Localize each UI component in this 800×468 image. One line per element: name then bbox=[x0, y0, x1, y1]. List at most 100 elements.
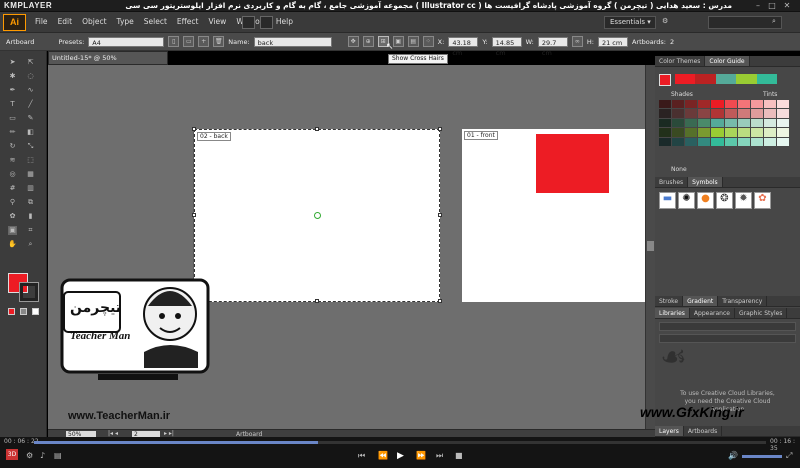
move-copy-artwork-icon[interactable]: ✥ bbox=[347, 36, 359, 47]
hand-tool-icon[interactable]: ✋ bbox=[8, 240, 17, 249]
landscape-icon[interactable]: ▭ bbox=[183, 36, 195, 47]
scroll-thumb[interactable] bbox=[647, 241, 654, 251]
perspective-icon[interactable]: ▦ bbox=[26, 170, 35, 179]
menu-edit[interactable]: Edit bbox=[53, 17, 78, 26]
play-icon[interactable]: ▶ bbox=[397, 451, 404, 461]
bridge-icon[interactable] bbox=[242, 16, 255, 29]
menu-type[interactable]: Type bbox=[112, 17, 139, 26]
resize-handle[interactable] bbox=[438, 127, 442, 131]
blend-icon[interactable]: ⧉ bbox=[26, 198, 35, 207]
maximize-icon[interactable]: □ bbox=[766, 1, 778, 11]
stop-icon[interactable]: ■ bbox=[455, 451, 463, 460]
delete-artboard-icon[interactable]: 🗑 bbox=[213, 36, 225, 47]
volume-icon[interactable]: 🔊 bbox=[728, 451, 738, 460]
tab-layers[interactable]: Layers bbox=[655, 426, 684, 436]
fullscreen-icon[interactable]: ⤢ bbox=[786, 451, 792, 461]
tab-gradient[interactable]: Gradient bbox=[683, 296, 719, 306]
presets-select[interactable]: A4 bbox=[88, 36, 165, 47]
slice-icon[interactable]: ⌗ bbox=[26, 226, 35, 235]
tab-libraries[interactable]: Libraries bbox=[655, 308, 690, 318]
tab-brushes[interactable]: Brushes bbox=[655, 177, 689, 187]
settings-icon[interactable]: ⚙ bbox=[26, 451, 33, 460]
audio-icon[interactable]: ♪ bbox=[40, 451, 45, 460]
tab-color-themes[interactable]: Color Themes bbox=[655, 56, 706, 66]
scale-icon[interactable]: ⤡ bbox=[26, 142, 35, 151]
forward-icon[interactable]: ⏩ bbox=[416, 451, 426, 460]
tab-transparency[interactable]: Transparency bbox=[718, 296, 768, 306]
document-tab[interactable]: Untitled-15* @ 50% (CMYK/Preview) ✕ bbox=[48, 51, 168, 74]
resize-handle[interactable] bbox=[438, 299, 442, 303]
minimize-icon[interactable]: – bbox=[752, 1, 764, 11]
artboard-back[interactable]: 02 - back bbox=[194, 129, 440, 302]
tab-stroke[interactable]: Stroke bbox=[655, 296, 684, 306]
artboard-front[interactable]: 01 - front bbox=[462, 129, 645, 302]
symbol-swatch[interactable]: ✹ bbox=[735, 192, 752, 209]
x-field[interactable]: 43.18 cm bbox=[448, 36, 479, 57]
w-field[interactable]: 29.7 cm bbox=[537, 36, 568, 57]
resize-handle[interactable] bbox=[192, 127, 196, 131]
rectangle-tool-icon[interactable]: ▭ bbox=[8, 114, 17, 123]
color-guide-grid[interactable] bbox=[659, 100, 789, 146]
symbol-swatch[interactable]: ❂ bbox=[716, 192, 733, 209]
menu-help[interactable]: Help bbox=[271, 17, 298, 26]
tab-artboards[interactable]: Artboards bbox=[684, 426, 723, 436]
first-page-icon[interactable]: |◂ ◂ bbox=[108, 430, 118, 437]
show-video-safe-areas-icon[interactable]: ▣ bbox=[392, 36, 404, 47]
selection-tool-icon[interactable]: ➤ bbox=[8, 58, 17, 67]
lasso-icon[interactable]: ◌ bbox=[26, 72, 35, 81]
artboard-tool-icon[interactable]: ▣ bbox=[8, 226, 17, 235]
subtitle-icon[interactable]: ▤ bbox=[54, 451, 62, 460]
base-color-swatch[interactable] bbox=[659, 74, 671, 86]
search-input[interactable] bbox=[708, 16, 782, 29]
paintbrush-icon[interactable]: ✎ bbox=[26, 114, 35, 123]
library-select[interactable] bbox=[659, 322, 796, 331]
symbol-swatch[interactable]: ✿ bbox=[754, 192, 771, 209]
menu-object[interactable]: Object bbox=[77, 17, 111, 26]
menu-file[interactable]: File bbox=[30, 17, 53, 26]
pencil-icon[interactable]: ✏ bbox=[8, 128, 17, 137]
tab-symbols[interactable]: Symbols bbox=[688, 177, 723, 187]
curvature-icon[interactable]: ∿ bbox=[26, 86, 35, 95]
resize-handle[interactable] bbox=[438, 213, 442, 217]
direct-selection-tool-icon[interactable]: ⇱ bbox=[26, 58, 35, 67]
close-icon[interactable]: ✕ bbox=[781, 1, 793, 11]
portrait-icon[interactable]: ▯ bbox=[168, 36, 180, 47]
y-field[interactable]: 14.85 cm bbox=[491, 36, 522, 57]
next-page-icon[interactable]: ▸ ▸| bbox=[164, 430, 174, 437]
new-artboard-icon[interactable]: + bbox=[198, 36, 210, 47]
eraser-icon[interactable]: ◧ bbox=[26, 128, 35, 137]
next-icon[interactable]: ⏭ bbox=[436, 451, 443, 461]
3d-icon[interactable]: 3D bbox=[6, 449, 18, 460]
shape-builder-icon[interactable]: ◎ bbox=[8, 170, 17, 179]
kmplayer-logo[interactable]: KMPLAYER bbox=[4, 1, 52, 10]
pen-tool-icon[interactable]: ✒ bbox=[8, 86, 17, 95]
rewind-icon[interactable]: ⏪ bbox=[378, 451, 388, 460]
harmony-strip[interactable] bbox=[675, 74, 778, 84]
volume-slider[interactable] bbox=[742, 455, 782, 458]
vertical-scrollbar[interactable] bbox=[645, 65, 655, 429]
line-tool-icon[interactable]: ╱ bbox=[26, 100, 35, 109]
symbol-sprayer-icon[interactable]: ✿ bbox=[8, 212, 17, 221]
artboard-name-field[interactable]: back bbox=[253, 36, 332, 47]
workspace-switcher[interactable]: Essentials ▾ bbox=[604, 16, 656, 29]
sync-icon[interactable]: ⚙ bbox=[662, 17, 668, 25]
red-rectangle[interactable] bbox=[536, 134, 609, 193]
free-transform-icon[interactable]: ⬚ bbox=[26, 156, 35, 165]
eyedropper-icon[interactable]: ⚲ bbox=[8, 198, 17, 207]
type-tool-icon[interactable]: T bbox=[8, 100, 17, 109]
menu-select[interactable]: Select bbox=[139, 17, 172, 26]
graph-tool-icon[interactable]: ▮ bbox=[26, 212, 35, 221]
tab-graphic-styles[interactable]: Graphic Styles bbox=[735, 308, 788, 318]
artboard-options-icon[interactable]: ▤ bbox=[407, 36, 419, 47]
menu-view[interactable]: View bbox=[204, 17, 232, 26]
magic-wand-icon[interactable]: ✱ bbox=[8, 72, 17, 81]
color-mode-icon[interactable] bbox=[8, 308, 15, 315]
rotate-icon[interactable]: ↻ bbox=[8, 142, 17, 151]
zoom-tool-icon[interactable]: ⌕ bbox=[26, 240, 35, 249]
tab-appearance[interactable]: Appearance bbox=[690, 308, 735, 318]
gradient-tool-icon[interactable]: ▥ bbox=[26, 184, 35, 193]
resize-handle[interactable] bbox=[315, 299, 319, 303]
reference-point-icon[interactable]: ⁘ bbox=[422, 36, 434, 47]
symbol-swatch[interactable]: ● bbox=[697, 192, 714, 209]
h-field[interactable]: 21 cm bbox=[597, 36, 628, 47]
